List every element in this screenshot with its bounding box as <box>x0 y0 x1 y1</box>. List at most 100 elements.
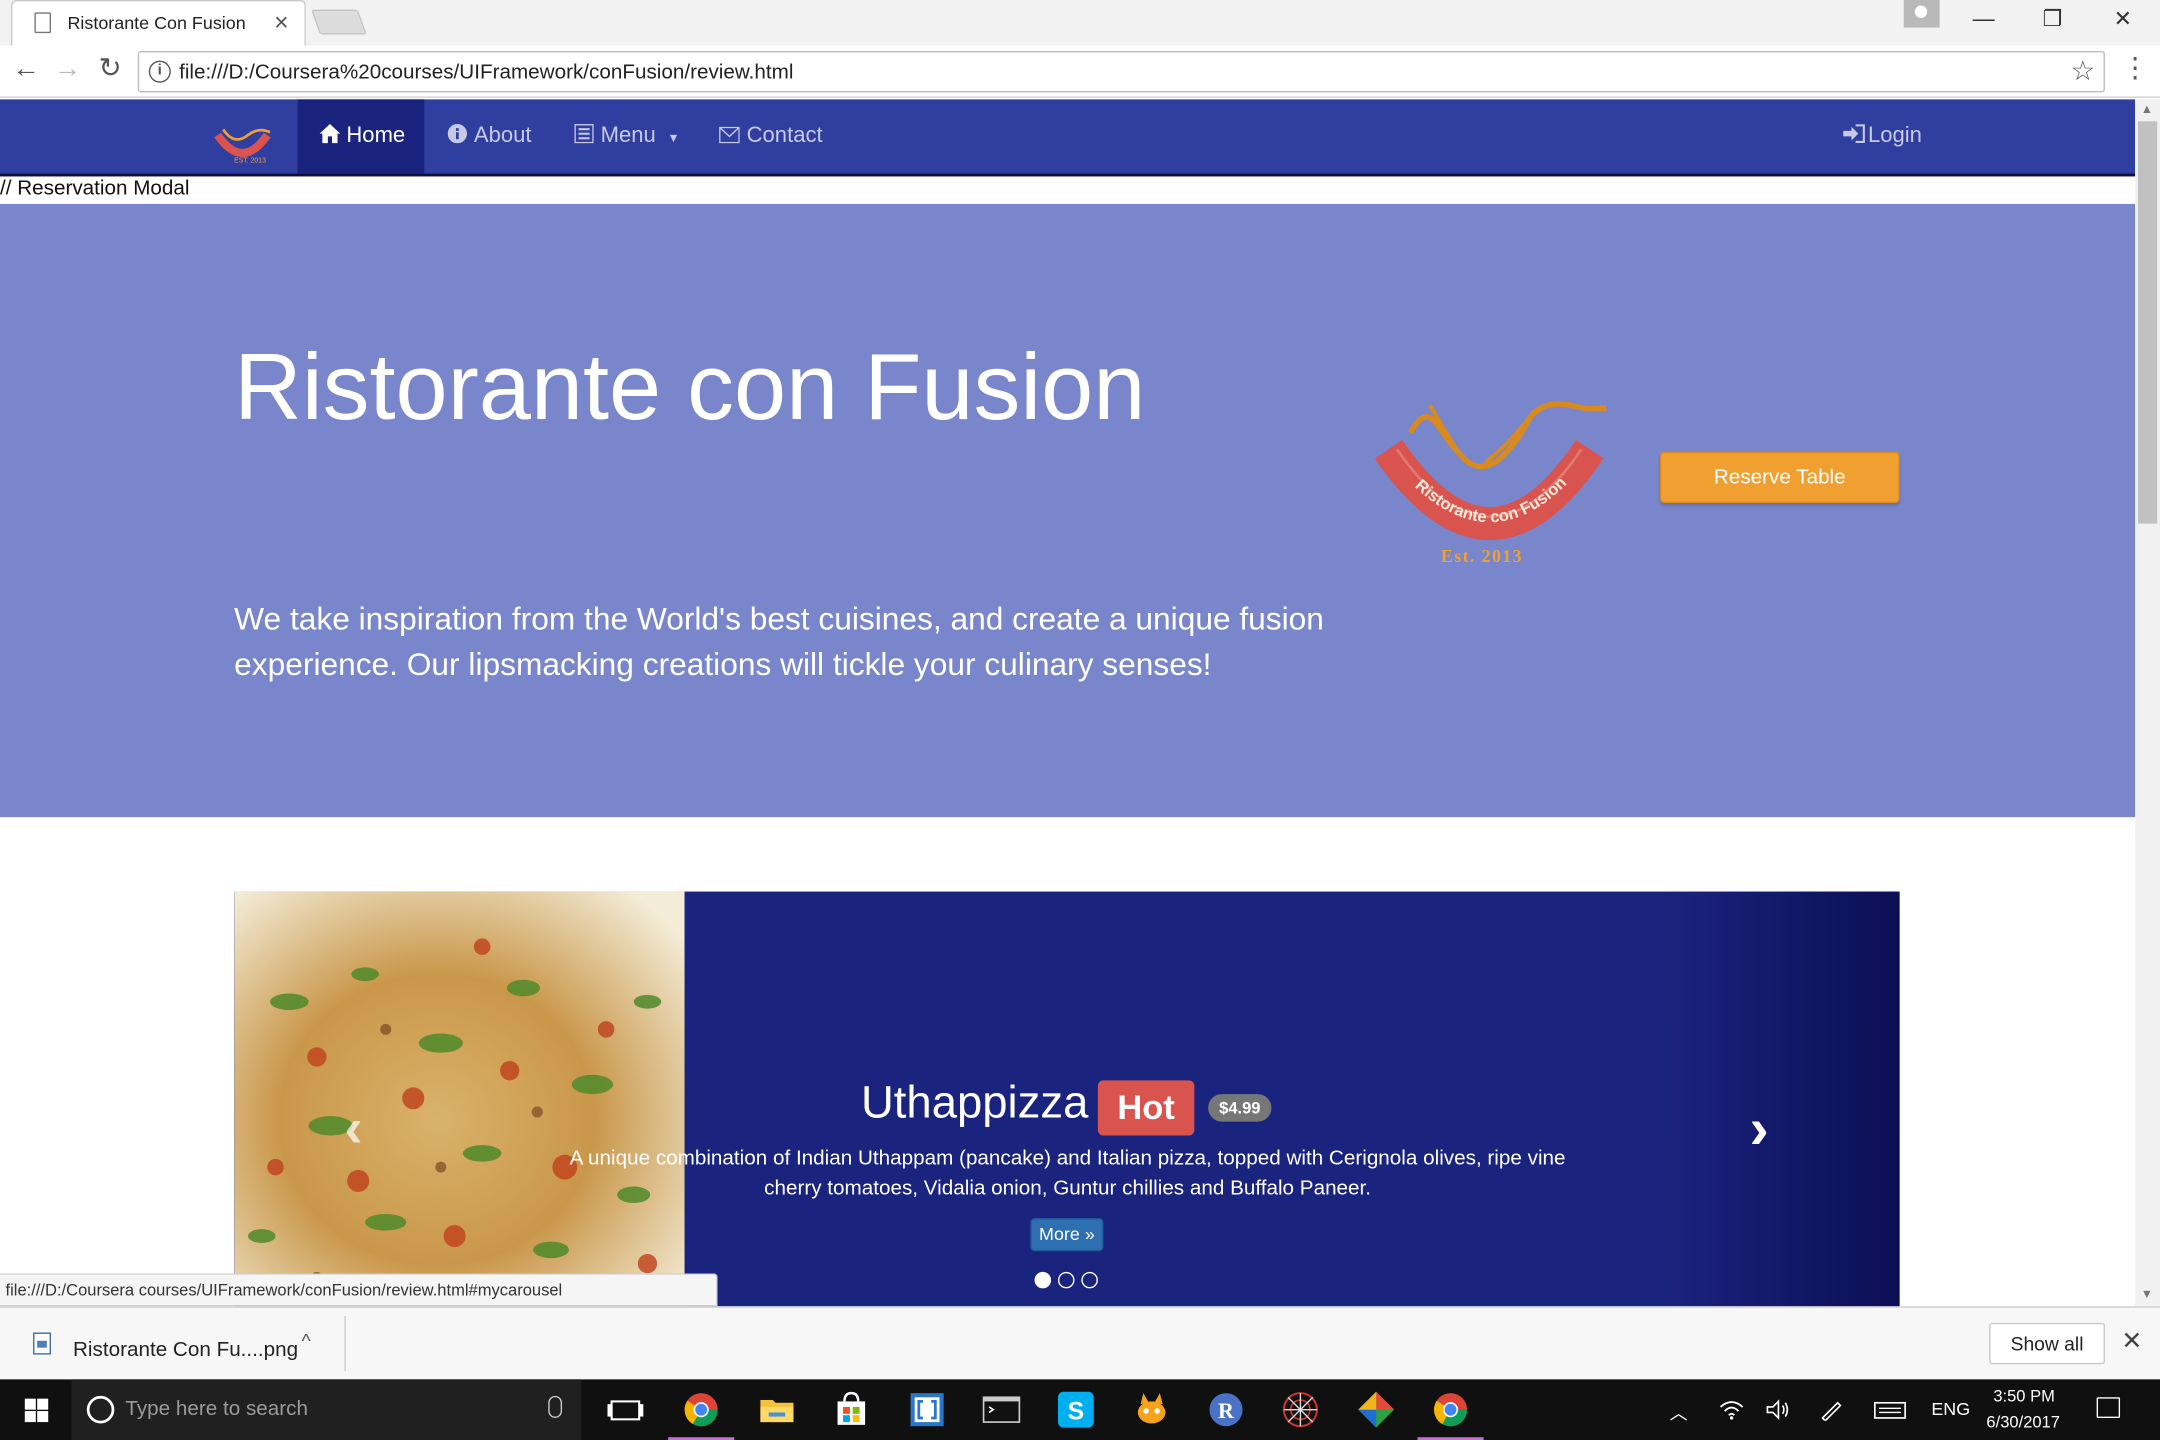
keyboard-icon[interactable] <box>1873 1399 1906 1425</box>
scrollbar-thumb[interactable] <box>2137 121 2158 524</box>
url-text[interactable]: file:///D:/Coursera%20courses/UIFramewor… <box>179 61 793 84</box>
jumbotron-title: Ristorante con Fusion <box>234 334 1146 440</box>
nav-contact[interactable]: Contact <box>719 99 823 173</box>
browser-menu-icon[interactable]: ⋮ <box>2121 51 2149 85</box>
nav-menu-dropdown[interactable]: Menu ▼ <box>574 99 680 173</box>
action-center-icon[interactable] <box>2096 1397 2121 1418</box>
envelope-icon <box>719 99 740 173</box>
tab-close-icon[interactable]: × <box>274 8 288 36</box>
info-circle-icon <box>447 99 467 173</box>
git-icon[interactable] <box>1354 1388 1398 1432</box>
brand-logo[interactable]: EST. 2013 <box>209 119 275 166</box>
task-view-icon[interactable] <box>603 1388 647 1432</box>
profile-icon[interactable] <box>1903 0 1940 28</box>
login-icon <box>1843 99 1865 173</box>
nav-home[interactable]: Home <box>297 99 425 174</box>
nav-home-label: Home <box>346 124 406 148</box>
skype-icon[interactable]: S <box>1054 1388 1098 1432</box>
r-icon[interactable]: R <box>1204 1388 1248 1432</box>
scratch-cat-icon[interactable] <box>1130 1388 1174 1432</box>
nav-about-label: About <box>473 124 532 148</box>
download-file-name[interactable]: Ristorante Con Fu....png <box>73 1338 298 1361</box>
svg-text:S: S <box>1068 1398 1085 1425</box>
nav-about[interactable]: About <box>447 99 532 173</box>
show-hidden-icons-icon[interactable]: ︿ <box>1670 1399 1688 1425</box>
login-link[interactable]: Login <box>1843 99 1922 173</box>
back-icon[interactable]: ← <box>8 50 44 89</box>
download-options-icon[interactable]: ^ <box>302 1330 311 1352</box>
nav-menu-label: Menu <box>600 124 656 148</box>
input-language[interactable]: ENG <box>1931 1399 1970 1420</box>
tab-title: Ristorante Con Fusion <box>67 12 246 34</box>
show-all-button[interactable]: Show all <box>1989 1322 2105 1365</box>
minimize-icon[interactable]: — <box>1963 6 2004 36</box>
forward-icon[interactable]: → <box>50 50 86 89</box>
home-icon <box>319 124 347 147</box>
page-icon <box>34 12 51 34</box>
cortana-icon <box>86 1395 115 1424</box>
clock-date[interactable]: 6/30/2017 <box>1986 1412 2060 1431</box>
carousel-indicator-3[interactable] <box>1081 1271 1098 1289</box>
carousel-prev-icon[interactable]: ‹ <box>344 1098 362 1160</box>
terminal-icon[interactable] <box>979 1388 1023 1432</box>
login-label: Login <box>1867 124 1922 148</box>
file-explorer-icon[interactable] <box>755 1388 799 1432</box>
info-icon[interactable]: i <box>148 60 171 83</box>
site-navbar: EST. 2013 Home About Menu ▼ Contact Logi… <box>0 99 2136 177</box>
carousel-gradient <box>1666 891 1900 1307</box>
more-button[interactable]: More » <box>1030 1218 1104 1252</box>
carousel: ‹ › Uthappizza Hot $4.99 A unique combin… <box>234 891 1900 1307</box>
browser-tab[interactable]: Ristorante Con Fusion × <box>11 0 306 46</box>
hot-badge: Hot <box>1097 1080 1195 1136</box>
divider <box>344 1315 346 1372</box>
store-icon[interactable] <box>829 1388 873 1432</box>
svg-text:EST. 2013: EST. 2013 <box>234 158 266 165</box>
clock-time[interactable]: 3:50 PM <box>1993 1386 2055 1405</box>
wifi-icon[interactable] <box>1719 1399 1744 1425</box>
downloads-close-icon[interactable]: ✕ <box>2121 1327 2142 1356</box>
page-viewport: EST. 2013 Home About Menu ▼ Contact Logi… <box>0 99 2136 1307</box>
reload-icon[interactable]: ↻ <box>92 50 128 89</box>
svg-text:R: R <box>1218 1398 1235 1423</box>
browser-tab-strip: Ristorante Con Fusion × — ❐ ✕ <box>0 0 2160 46</box>
address-bar[interactable]: i file:///D:/Coursera%20courses/UIFramew… <box>137 50 2105 93</box>
reserve-table-button[interactable]: Reserve Table <box>1659 451 1900 503</box>
windows-taskbar: Type here to search S R ︿ ENG 3:50 PM 6/… <box>0 1379 2160 1440</box>
pen-icon[interactable] <box>1818 1399 1843 1425</box>
nav-contact-label: Contact <box>746 124 823 148</box>
new-tab-button[interactable] <box>310 9 367 35</box>
jumbotron-text: We take inspiration from the World's bes… <box>234 600 1324 683</box>
price-badge: $4.99 <box>1208 1094 1272 1122</box>
list-icon <box>574 99 594 173</box>
page-scrollbar[interactable]: ▲ ▼ <box>2135 99 2160 1307</box>
image-file-icon <box>33 1332 51 1355</box>
reservation-modal-comment: // Reservation Modal <box>0 176 190 200</box>
volume-icon[interactable] <box>1766 1399 1791 1425</box>
uthappizza-image <box>234 891 685 1307</box>
caret-down-icon: ▼ <box>667 130 680 145</box>
windows-start-icon[interactable] <box>0 1379 72 1440</box>
scroll-down-icon[interactable]: ▼ <box>2141 1287 2153 1301</box>
downloads-bar: Ristorante Con Fu....png ^ Show all ✕ <box>0 1306 2160 1380</box>
carousel-next-icon[interactable]: › <box>1749 1096 1768 1162</box>
spider-web-icon[interactable] <box>1278 1388 1322 1432</box>
restaurant-logo: Ristorante con Fusion Est. 2013 <box>1374 401 1607 566</box>
browser-toolbar: ← → ↻ i file:///D:/Coursera%20courses/UI… <box>0 45 2160 98</box>
restore-icon[interactable]: ❐ <box>2032 6 2073 36</box>
carousel-indicator-2[interactable] <box>1057 1271 1075 1289</box>
chrome-icon[interactable] <box>668 1388 735 1440</box>
jumbotron: Ristorante con Fusion We take inspiratio… <box>0 203 2136 818</box>
taskbar-search-box[interactable]: Type here to search <box>71 1379 582 1440</box>
chrome-active-icon[interactable] <box>1417 1388 1484 1440</box>
bookmark-star-icon[interactable]: ☆ <box>2070 54 2095 88</box>
taskbar-search-placeholder: Type here to search <box>125 1397 308 1421</box>
scroll-up-icon[interactable]: ▲ <box>2141 102 2153 116</box>
svg-text:Est. 2013: Est. 2013 <box>1441 546 1523 566</box>
brackets-icon[interactable] <box>905 1388 949 1432</box>
carousel-indicator-1[interactable] <box>1034 1271 1052 1289</box>
microphone-icon[interactable] <box>548 1395 563 1418</box>
dish-description: A unique combination of Indian Uthappam … <box>569 1146 1566 1201</box>
status-url-bubble: file:///D:/Coursera courses/UIFramework/… <box>0 1273 718 1307</box>
dish-title: Uthappizza <box>860 1076 1089 1128</box>
window-close-icon[interactable]: ✕ <box>2102 6 2143 36</box>
